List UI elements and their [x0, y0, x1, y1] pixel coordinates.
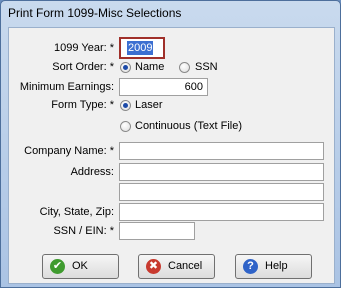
sort-name-label[interactable]: Name — [135, 61, 164, 74]
dialog-window: Print Form 1099-Misc Selections 1099 Yea… — [0, 0, 341, 288]
form-type-laser-label[interactable]: Laser — [135, 99, 163, 112]
sort-name-radio[interactable] — [120, 62, 131, 73]
cancel-button-label: Cancel — [168, 260, 203, 272]
question-icon: ? — [243, 259, 258, 274]
sort-order-label: Sort Order: * — [52, 61, 114, 73]
sort-ssn-radio[interactable] — [179, 62, 190, 73]
form-type-laser-radio[interactable] — [120, 100, 131, 111]
check-icon: ✔ — [50, 259, 65, 274]
ok-button[interactable]: ✔ OK — [42, 254, 119, 279]
ok-button-label: OK — [72, 260, 88, 272]
year-value: 2009 — [127, 41, 154, 55]
address-line2-input[interactable] — [119, 183, 324, 201]
window-title: Print Form 1099-Misc Selections — [8, 6, 182, 20]
city-state-zip-label: City, State, Zip: — [39, 206, 114, 218]
address-line1-input[interactable] — [119, 163, 324, 181]
ssn-ein-input[interactable] — [119, 222, 195, 240]
year-label: 1099 Year: * — [54, 42, 114, 54]
ssn-ein-label: SSN / EIN: * — [53, 225, 114, 237]
radio-selected-dot — [123, 65, 128, 70]
title-bar: Print Form 1099-Misc Selections — [1, 1, 340, 25]
min-earnings-input[interactable]: 600 — [119, 78, 208, 96]
help-button[interactable]: ? Help — [235, 254, 312, 279]
company-name-label: Company Name: * — [24, 145, 114, 157]
radio-selected-dot — [123, 103, 128, 108]
cancel-button[interactable]: ✖ Cancel — [138, 254, 215, 279]
form-type-label: Form Type: * — [51, 99, 114, 111]
help-button-label: Help — [265, 260, 288, 272]
year-input[interactable]: 2009 — [119, 37, 165, 59]
x-icon: ✖ — [146, 259, 161, 274]
city-state-zip-input[interactable] — [119, 203, 324, 221]
form-type-continuous-radio[interactable] — [120, 121, 131, 132]
min-earnings-label: Minimum Earnings: — [19, 81, 114, 93]
form-type-continuous-label[interactable]: Continuous (Text File) — [135, 120, 242, 133]
dialog-body: 1099 Year: * 2009 Sort Order: * Name SSN… — [8, 27, 335, 284]
company-name-input[interactable] — [119, 142, 324, 160]
address-label: Address: — [70, 166, 114, 178]
sort-ssn-label[interactable]: SSN — [195, 61, 218, 74]
